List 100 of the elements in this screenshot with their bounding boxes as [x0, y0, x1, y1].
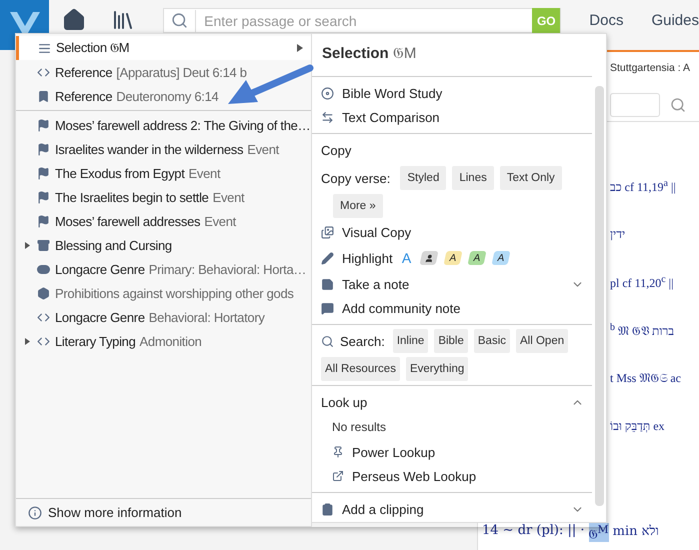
- home-icon[interactable]: [62, 8, 86, 32]
- lookup-item[interactable]: Perseus Web Lookup: [312, 464, 592, 488]
- menu-item[interactable]: Selection 𝔊M: [16, 36, 311, 60]
- code-icon: [36, 334, 50, 348]
- pin-icon: [332, 446, 344, 458]
- scrollbar[interactable]: [595, 86, 604, 506]
- item-label: Longacre Genre: [55, 310, 145, 324]
- item-detail: Event: [247, 142, 279, 156]
- copy-format-button[interactable]: Text Only: [500, 166, 562, 190]
- caret-icon[interactable]: [24, 338, 31, 344]
- text-line: ידין: [610, 226, 626, 242]
- text-line: תְּדַבֵּק וּבוֹ ex: [610, 418, 665, 434]
- menu-item[interactable]: Literary Typing Admonition: [16, 329, 311, 353]
- flag-icon: [36, 166, 50, 180]
- item-label: Longacre Genre: [55, 262, 145, 276]
- text-line: min ולא: [612, 522, 659, 541]
- item-label: Reference: [55, 88, 112, 104]
- tool-item[interactable]: Text Comparison: [312, 105, 592, 129]
- menu-item[interactable]: Longacre Genre Behavioral: Hortatory: [16, 305, 311, 329]
- section-heading: Copy: [321, 142, 352, 158]
- search-icon: [171, 12, 188, 29]
- submenu-icon: [297, 44, 303, 52]
- lookup-header[interactable]: Look up: [312, 390, 592, 414]
- search-scope-button[interactable]: Bible: [434, 329, 468, 353]
- menu-item[interactable]: Prohibitions against worshipping other gods: [16, 281, 311, 305]
- item-detail: Event: [188, 166, 220, 180]
- highlight-style[interactable]: A: [491, 251, 510, 265]
- item-detail: Prohibitions against worshipping other gods: [55, 286, 294, 300]
- bookmark-icon: [36, 90, 50, 102]
- item-detail: Behavioral: Hortatory: [148, 310, 265, 324]
- lines-icon: [38, 42, 50, 54]
- pencil-icon: [321, 252, 334, 264]
- item-label: Blessing and Cursing: [55, 238, 172, 252]
- visual-copy-item[interactable]: Visual Copy: [312, 220, 592, 244]
- lookup-item[interactable]: Power Lookup: [312, 440, 592, 464]
- show-more-link[interactable]: Show more information: [48, 505, 182, 520]
- search-scope-button[interactable]: Inline: [392, 329, 428, 353]
- flag-icon: [36, 118, 50, 132]
- menu-item[interactable]: Blessing and Cursing: [16, 233, 311, 257]
- menu-item[interactable]: The Exodus from Egypt Event: [16, 161, 311, 185]
- menu-item[interactable]: Moses’ farewell address 2: The Giving of the…: [16, 113, 311, 137]
- copy-format-button[interactable]: More »: [333, 194, 383, 218]
- caret-icon[interactable]: [24, 242, 31, 248]
- menu-item[interactable]: Reference [Apparatus] Deut 6:14 b: [16, 60, 311, 84]
- item-detail: Deuteronomy 6:14: [116, 88, 218, 104]
- text-line: pl cf 11,20$^{c}$ ||: [610, 274, 674, 290]
- person-icon: [423, 254, 434, 262]
- pillar-icon: [36, 238, 50, 252]
- search-scope-button[interactable]: Basic: [474, 329, 510, 353]
- item-detail: Event: [212, 190, 244, 204]
- copy-format-button[interactable]: Lines: [452, 166, 494, 190]
- flag-icon: [36, 142, 50, 156]
- search-icon: [321, 334, 334, 348]
- clipping-item[interactable]: Add a clipping: [312, 497, 592, 521]
- tool-item[interactable]: Bible Word Study: [312, 81, 592, 105]
- item-label: Israelites wander in the wilderness: [55, 142, 244, 156]
- search-scope-button[interactable]: All Resources: [321, 357, 400, 381]
- highlight-style[interactable]: [419, 251, 438, 265]
- menu-item[interactable]: The Israelites begin to settle Event: [16, 185, 311, 209]
- take-note-item[interactable]: Take a note: [312, 272, 592, 296]
- item-label: Moses’ farewell addresses: [55, 214, 200, 228]
- menu-item[interactable]: Israelites wander in the wilderness Event: [16, 137, 311, 161]
- search-scope-button[interactable]: All Open: [516, 329, 568, 353]
- nav-link[interactable]: Docs: [589, 8, 624, 33]
- search-scope-button[interactable]: Everything: [406, 357, 468, 381]
- highlight-style[interactable]: A: [443, 251, 462, 265]
- search-label: Search:: [340, 334, 385, 348]
- find-field[interactable]: [610, 92, 660, 116]
- highlight-style[interactable]: A: [467, 251, 486, 265]
- image-icon: [321, 226, 334, 238]
- menu-item[interactable]: Longacre Genre Primary: Behavioral: Horta…: [16, 257, 311, 281]
- nav-link[interactable]: Guides: [651, 8, 699, 33]
- tag-icon: [36, 264, 50, 274]
- menu-item[interactable]: Moses’ farewell addresses Event: [16, 209, 311, 233]
- code-icon: [36, 310, 50, 324]
- item-label: Selection 𝔊M: [56, 40, 130, 56]
- menu-item[interactable]: Reference Deuteronomy 6:14: [16, 84, 311, 108]
- info-icon: [28, 506, 42, 520]
- item-label: Literary Typing: [55, 334, 136, 348]
- community-note-item[interactable]: Add community note: [312, 296, 592, 320]
- item-detail: Primary: Behavioral: Horta…: [148, 262, 306, 276]
- flag-icon: [36, 214, 50, 228]
- note-icon: [321, 278, 334, 290]
- item-label: Moses’ farewell address 2: The Giving of the…: [55, 118, 310, 132]
- copy-format-button[interactable]: Styled: [400, 166, 446, 190]
- clipping-icon: [321, 502, 334, 516]
- copy-verse-label: Copy verse:: [321, 170, 390, 186]
- comment-icon: [321, 302, 334, 314]
- panel-title: Selection 𝔊M: [322, 45, 416, 62]
- external-link-icon: [332, 470, 344, 482]
- item-label: The Exodus from Egypt: [55, 166, 185, 180]
- item-label: Reference: [55, 64, 112, 80]
- lookup-status: No results: [332, 420, 386, 434]
- search-icon[interactable]: [670, 96, 686, 112]
- flag-icon: [36, 190, 50, 204]
- text-line: 14 ~ dr (pl): || ·: [482, 522, 585, 540]
- selected-text: 𝔊$^{M}$: [588, 522, 609, 542]
- item-detail: Admonition: [140, 334, 202, 348]
- shield-icon: [36, 286, 50, 300]
- item-label: The Israelites begin to settle: [55, 190, 209, 204]
